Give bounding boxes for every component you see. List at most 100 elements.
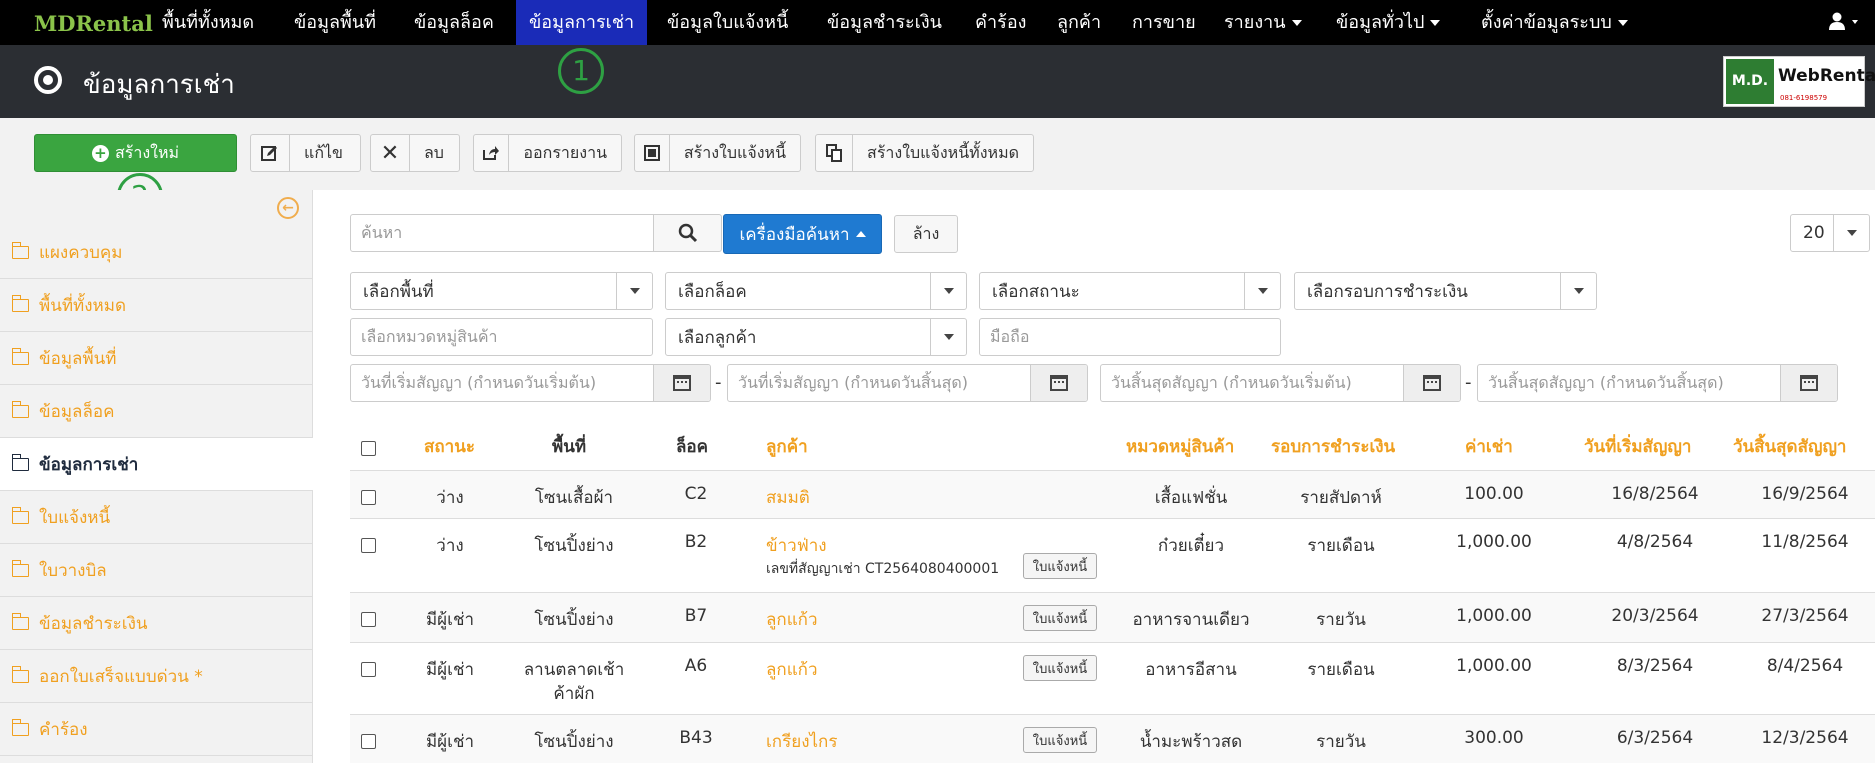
folder-icon — [11, 400, 29, 418]
user-menu-icon[interactable] — [1829, 12, 1858, 32]
cell-start-date: 4/8/2564 — [1616, 532, 1694, 552]
end-date-from-input[interactable]: วันสิ้นสุดสัญญา (กำหนดวันเริ่มต้น) — [1100, 364, 1461, 402]
cell-rent: 100.00 — [1464, 484, 1524, 504]
col-area[interactable]: พื้นที่ — [552, 424, 586, 470]
table-row[interactable]: มีผู้เช่า โซนปิ้งย่าง B43 เกรียงไกร ใบแจ… — [350, 714, 1875, 763]
cell-customer[interactable]: สมมติ — [766, 484, 810, 511]
cell-rent: 1,000.00 — [1456, 656, 1532, 676]
col-start-date[interactable]: วันที่เริ่มสัญญา — [1584, 424, 1691, 470]
calendar-icon[interactable] — [1403, 365, 1460, 401]
category-input[interactable]: เลือกหมวดหมู่สินค้า — [350, 318, 653, 356]
folder-icon — [11, 665, 29, 683]
calendar-icon[interactable] — [1030, 365, 1087, 401]
create-invoice-button[interactable]: สร้างใบแจ้งหนี้ — [634, 134, 801, 172]
cell-status: ว่าง — [436, 488, 464, 508]
folder-icon — [11, 241, 29, 259]
sidebar-item-requests[interactable]: คำร้อง — [0, 703, 313, 756]
delete-button[interactable]: ✕ ลบ — [370, 134, 460, 172]
chevron-down-icon — [1244, 273, 1280, 309]
table-row[interactable]: ว่าง โซนเสื้อผ้า C2 สมมติ เสื้อแฟชั่น รา… — [350, 470, 1875, 518]
sidebar-item-rental-info[interactable]: ข้อมูลการเช่า — [0, 438, 313, 491]
table-row[interactable]: มีผู้เช่า ลานตลาดเช้า ค้าผัก A6 ลูกแก้ว … — [350, 642, 1875, 714]
cell-end-date: 11/8/2564 — [1761, 532, 1849, 552]
page-size-select[interactable]: 20 — [1790, 214, 1870, 252]
cell-category: เสื้อแฟชั่น — [1154, 488, 1228, 508]
nav-requests[interactable]: คำร้อง — [962, 0, 1039, 45]
col-end-date[interactable]: วันสิ้นสุดสัญญา — [1733, 424, 1846, 470]
table-row[interactable]: ว่าง โซนปิ้งย่าง B2 ข้าวฟ่าง เลขที่สัญญา… — [350, 518, 1875, 592]
calendar-icon[interactable] — [653, 365, 710, 401]
collapse-sidebar-icon[interactable]: ← — [277, 197, 299, 219]
cell-area: โซนเสื้อผ้า — [534, 488, 614, 508]
create-all-invoices-button[interactable]: สร้างใบแจ้งหนี้ทั้งหมด — [815, 134, 1034, 172]
col-rent[interactable]: ค่าเช่า — [1465, 424, 1513, 470]
brand-logo[interactable]: MDRental — [34, 11, 153, 36]
folder-icon — [11, 506, 29, 524]
sidebar-item-quick-receipt[interactable]: ออกใบเสร็จแบบด่วน * — [0, 650, 313, 703]
col-category[interactable]: หมวดหมู่สินค้า — [1126, 424, 1234, 470]
end-date-to-input[interactable]: วันสิ้นสุดสัญญา (กำหนดวันสิ้นสุด) — [1477, 364, 1838, 402]
search-input[interactable]: ค้นหา — [350, 214, 654, 252]
chevron-down-icon — [1833, 215, 1869, 251]
start-date-from-input[interactable]: วันที่เริ่มสัญญา (กำหนดวันเริ่มต้น) — [350, 364, 711, 402]
nav-lock-info[interactable]: ข้อมูลล็อค — [401, 0, 507, 45]
cell-end-date: 27/3/2564 — [1761, 606, 1849, 626]
nav-rental-info[interactable]: ข้อมูลการเช่า — [516, 0, 648, 45]
search-button[interactable] — [653, 214, 722, 252]
invoice-button[interactable]: ใบแจ้งหนี้ — [1023, 553, 1097, 579]
folder-icon — [11, 453, 29, 471]
sidebar-item-dashboard[interactable]: แผงควบคุม — [0, 226, 313, 279]
search-tools-button[interactable]: เครื่องมือค้นหา — [723, 214, 882, 254]
nav-customers[interactable]: ลูกค้า — [1044, 0, 1114, 45]
invoice-button[interactable]: ใบแจ้งหนี้ — [1023, 727, 1097, 753]
cell-area-line2: ค้าผัก — [553, 684, 595, 704]
col-lock[interactable]: ล็อค — [676, 424, 708, 470]
row-checkbox[interactable] — [361, 662, 376, 677]
nav-system-settings[interactable]: ตั้งค่าข้อมูลระบบ — [1468, 0, 1641, 45]
create-new-button[interactable]: + สร้างใหม่ — [34, 134, 237, 172]
select-all-checkbox[interactable] — [361, 441, 376, 456]
sidebar-item-billing[interactable]: ใบวางบิล — [0, 544, 313, 597]
cell-customer[interactable]: เกรียงไกร — [766, 728, 837, 755]
table-row[interactable]: มีผู้เช่า โซนปิ้งย่าง B7 ลูกแก้ว ใบแจ้งห… — [350, 592, 1875, 642]
calendar-icon[interactable] — [1780, 365, 1837, 401]
invoice-button[interactable]: ใบแจ้งหนี้ — [1023, 655, 1097, 681]
row-checkbox[interactable] — [361, 490, 376, 505]
sidebar-item-all-areas[interactable]: พื้นที่ทั้งหมด — [0, 279, 313, 332]
cell-customer[interactable]: ลูกแก้ว — [766, 656, 818, 683]
export-report-button[interactable]: ออกรายงาน — [473, 134, 622, 172]
invoice-button[interactable]: ใบแจ้งหนี้ — [1023, 605, 1097, 631]
cell-customer[interactable]: ลูกแก้ว — [766, 606, 818, 633]
col-customer[interactable]: ลูกค้า — [766, 424, 808, 470]
sidebar-item-area-info[interactable]: ข้อมูลพื้นที่ — [0, 332, 313, 385]
nav-invoice-info[interactable]: ข้อมูลใบแจ้งหนี้ — [654, 0, 801, 45]
row-checkbox[interactable] — [361, 734, 376, 749]
copy-icon — [816, 135, 854, 171]
col-status[interactable]: สถานะ — [424, 424, 475, 470]
row-checkbox[interactable] — [361, 538, 376, 553]
customer-select[interactable]: เลือกลูกค้า — [665, 318, 967, 356]
cell-end-date: 12/3/2564 — [1761, 728, 1849, 748]
edit-button[interactable]: แก้ไข — [250, 134, 361, 172]
nav-all-areas[interactable]: พื้นที่ทั้งหมด — [149, 0, 267, 45]
sidebar-item-lock-info[interactable]: ข้อมูลล็อค — [0, 385, 313, 438]
sidebar-item-payment-info[interactable]: ข้อมูลชำระเงิน — [0, 597, 313, 650]
row-checkbox[interactable] — [361, 612, 376, 627]
start-date-to-input[interactable]: วันที่เริ่มสัญญา (กำหนดวันสิ้นสุด) — [727, 364, 1088, 402]
cell-customer[interactable]: ข้าวฟ่าง — [766, 532, 827, 559]
mobile-input[interactable]: มือถือ — [979, 318, 1281, 356]
payment-cycle-select[interactable]: เลือกรอบการชำระเงิน — [1294, 272, 1597, 310]
col-payment-cycle[interactable]: รอบการชำระเงิน — [1271, 424, 1395, 470]
clear-button[interactable]: ล้าง — [894, 215, 958, 253]
nav-sales[interactable]: การขาย — [1119, 0, 1209, 45]
nav-area-info[interactable]: ข้อมูลพื้นที่ — [281, 0, 389, 45]
area-select[interactable]: เลือกพื้นที่ — [350, 272, 653, 310]
sidebar-item-invoices[interactable]: ใบแจ้งหนี้ — [0, 491, 313, 544]
nav-reports[interactable]: รายงาน — [1211, 0, 1315, 45]
nav-general-info[interactable]: ข้อมูลทั่วไป — [1323, 0, 1453, 45]
cell-payment-cycle: รายเดือน — [1307, 660, 1375, 680]
cell-start-date: 6/3/2564 — [1616, 728, 1694, 748]
lock-select[interactable]: เลือกล็อค — [665, 272, 967, 310]
nav-payment-info[interactable]: ข้อมูลชำระเงิน — [814, 0, 955, 45]
status-select[interactable]: เลือกสถานะ — [979, 272, 1281, 310]
